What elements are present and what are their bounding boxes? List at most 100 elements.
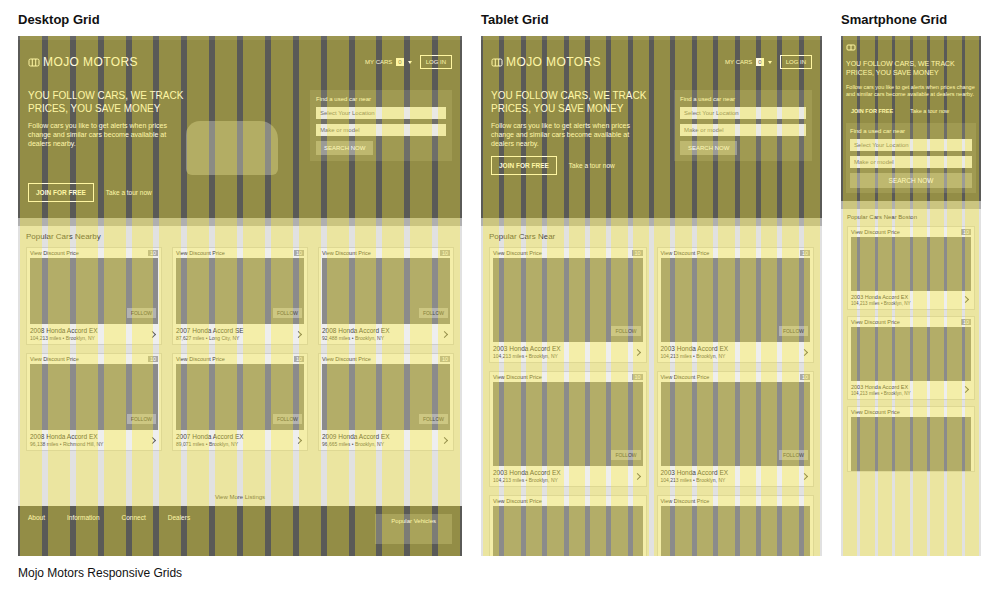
car-card[interactable]: View Discount Price10FOLLOW2003 Honda Ac…	[657, 247, 815, 363]
follow-button[interactable]: FOLLOW	[273, 414, 302, 424]
logo[interactable]: MOJO MOTORS	[28, 55, 138, 69]
card-top: View Discount Price	[848, 407, 974, 417]
car-card[interactable]: View Discount Price10FOLLOW2003 Honda Ac…	[489, 247, 647, 363]
discount-link[interactable]: View Discount Price	[661, 498, 710, 504]
discount-link[interactable]: View Discount Price	[661, 374, 710, 380]
my-cars-link[interactable]: MY CARS	[725, 59, 752, 65]
discount-link[interactable]: View Discount Price	[851, 409, 900, 415]
location-select[interactable]: Select Your Location	[316, 107, 446, 119]
footer-link[interactable]: Information	[67, 514, 100, 521]
car-card[interactable]: View Discount Price102003 Honda Accord E…	[847, 316, 975, 400]
tour-link[interactable]: Take a tour now	[106, 189, 152, 196]
car-card[interactable]: View Discount Price10FOLLOW2003 Honda Ac…	[489, 371, 647, 487]
car-card[interactable]: View Discount Price102003 Honda Accord E…	[847, 226, 975, 310]
car-card[interactable]: View Discount Price10FOLLOW2007 Honda Ac…	[172, 247, 308, 345]
discount-link[interactable]: View Discount Price	[493, 498, 542, 504]
follow-button[interactable]: FOLLOW	[419, 414, 448, 424]
chevron-icon[interactable]	[441, 330, 448, 337]
search-button[interactable]: SEARCH NOW	[850, 173, 972, 188]
login-button[interactable]: LOG IN	[420, 55, 452, 69]
logo[interactable]: MOJO MOTORS	[491, 55, 601, 69]
chevron-icon[interactable]	[295, 330, 302, 337]
hero-main: YOU FOLLOW CARS, WE TRACK PRICES, YOU SA…	[491, 90, 664, 208]
follow-button[interactable]: FOLLOW	[273, 308, 302, 318]
chevron-icon[interactable]	[149, 436, 156, 443]
footer-link[interactable]: Dealers	[168, 514, 190, 521]
caret-icon[interactable]	[408, 61, 412, 64]
hero-headline: YOU FOLLOW CARS, WE TRACK PRICES, YOU SA…	[28, 90, 200, 115]
popular-vehicles[interactable]: Popular Vehicles	[375, 514, 452, 544]
chevron-icon[interactable]	[295, 436, 302, 443]
chevron-icon[interactable]	[801, 348, 808, 355]
chevron-icon[interactable]	[441, 436, 448, 443]
footer-link[interactable]: Connect	[122, 514, 146, 521]
more-link[interactable]: View More Listings	[26, 494, 454, 500]
search-button[interactable]: SEARCH NOW	[680, 141, 737, 155]
follow-button[interactable]: FOLLOW	[611, 450, 640, 460]
chevron-icon[interactable]	[633, 348, 640, 355]
join-button[interactable]: JOIN FOR FREE	[28, 183, 94, 202]
car-card[interactable]: View Discount Price	[847, 406, 975, 472]
card-top: View Discount Price10	[319, 248, 453, 258]
chevron-icon[interactable]	[962, 386, 969, 393]
chevron-icon[interactable]	[149, 330, 156, 337]
location-select[interactable]: Select Your Location	[680, 107, 806, 119]
follow-button[interactable]: FOLLOW	[779, 326, 808, 336]
car-card[interactable]: View Discount Price10FOLLOW2007 Honda Ac…	[172, 353, 308, 451]
caption: Mojo Motors Responsive Grids	[18, 566, 1000, 580]
grid-column	[187, 36, 209, 556]
login-button[interactable]: LOG IN	[780, 55, 812, 69]
car-card[interactable]: View Discount Price10FOLLOW2008 Honda Ac…	[318, 247, 454, 345]
discount-link[interactable]: View Discount Price	[851, 229, 900, 235]
logo-icon[interactable]	[846, 43, 856, 51]
discount-link[interactable]: View Discount Price	[851, 319, 900, 325]
footer-link[interactable]: About	[28, 514, 45, 521]
follow-button[interactable]: FOLLOW	[611, 326, 640, 336]
discount-link[interactable]: View Discount Price	[661, 250, 710, 256]
follow-button[interactable]: FOLLOW	[419, 308, 448, 318]
listings: Popular Cars Nearby View Discount Price10…	[18, 226, 462, 506]
join-button[interactable]: JOIN FOR FREE	[846, 106, 898, 116]
location-select[interactable]: Select Your Location	[850, 139, 972, 151]
car-card[interactable]: View Discount Price10FOLLOW2009 Honda Ac…	[318, 353, 454, 451]
car-card[interactable]: View Discount Price	[657, 495, 815, 556]
car-card[interactable]: View Discount Price10FOLLOW2003 Honda Ac…	[657, 371, 815, 487]
model-input[interactable]: Make or model	[316, 124, 446, 136]
my-cars-link[interactable]: MY CARS	[365, 59, 392, 65]
car-card[interactable]: View Discount Price10FOLLOW2008 Honda Ac…	[26, 353, 162, 451]
caret-icon[interactable]	[768, 61, 772, 64]
hero: YOU FOLLOW CARS, WE TRACK PRICES, YOU SA…	[841, 54, 981, 201]
follow-button[interactable]: FOLLOW	[127, 414, 156, 424]
hero-headline: YOU FOLLOW CARS, WE TRACK PRICES, YOU SA…	[846, 60, 976, 78]
mockup: MOJO MOTORSMY CARS0LOG INYOU FOLLOW CARS…	[18, 36, 462, 556]
discount-link[interactable]: View Discount Price	[176, 356, 225, 362]
car-card[interactable]: View Discount Price10FOLLOW2008 Honda Ac…	[26, 247, 162, 345]
tour-link[interactable]: Take a tour now	[569, 162, 615, 169]
car-photo: FOLLOW	[493, 382, 643, 466]
car-card[interactable]: View Discount Price	[489, 495, 647, 556]
logo-text: MOJO MOTORS	[43, 55, 138, 69]
card-top: View Discount Price	[490, 496, 646, 506]
discount-link[interactable]: View Discount Price	[322, 250, 371, 256]
grid-column	[860, 36, 874, 556]
car-name: 2007 Honda Accord SE	[176, 327, 293, 334]
listings-title: Popular Cars Nearby	[26, 232, 454, 241]
discount-link[interactable]: View Discount Price	[30, 250, 79, 256]
model-input[interactable]: Make or model	[680, 124, 806, 136]
discount-link[interactable]: View Discount Price	[30, 356, 79, 362]
chevron-icon[interactable]	[962, 296, 969, 303]
discount-link[interactable]: View Discount Price	[322, 356, 371, 362]
model-input[interactable]: Make or model	[850, 156, 972, 168]
chevron-icon[interactable]	[633, 472, 640, 479]
follow-button[interactable]: FOLLOW	[779, 450, 808, 460]
discount-link[interactable]: View Discount Price	[493, 250, 542, 256]
chevron-icon[interactable]	[801, 472, 808, 479]
discount-link[interactable]: View Discount Price	[493, 374, 542, 380]
car-photo	[851, 327, 971, 381]
search-button[interactable]: SEARCH NOW	[316, 141, 373, 155]
follow-button[interactable]: FOLLOW	[127, 308, 156, 318]
listings-title: Popular Cars Near	[489, 232, 814, 241]
join-button[interactable]: JOIN FOR FREE	[491, 156, 557, 175]
discount-link[interactable]: View Discount Price	[176, 250, 225, 256]
tour-link[interactable]: Take a tour now	[910, 108, 949, 114]
